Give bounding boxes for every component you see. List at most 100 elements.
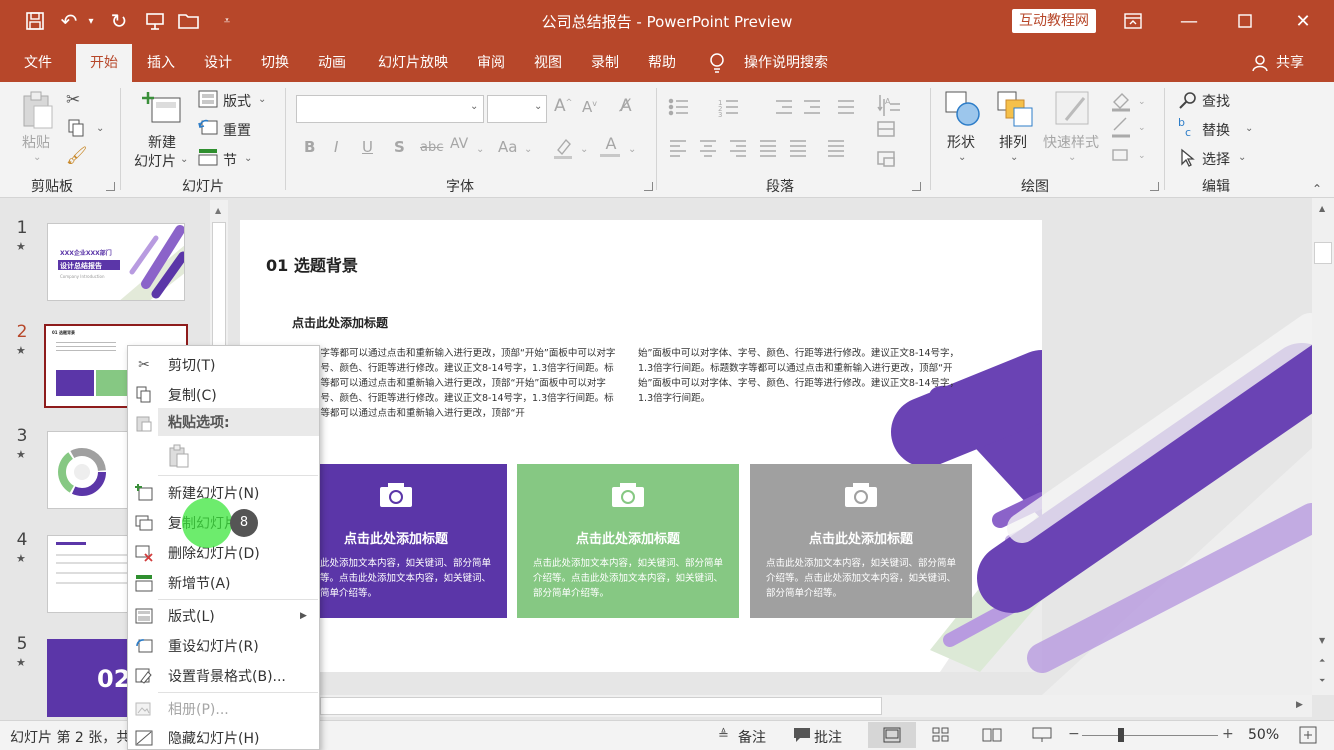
open-folder-icon[interactable] bbox=[176, 8, 202, 34]
arrange-dropdown-icon[interactable]: ⌄ bbox=[1010, 152, 1018, 163]
tab-file[interactable]: 文件 bbox=[14, 44, 62, 82]
tab-slideshow[interactable]: 幻灯片放映 bbox=[366, 44, 460, 82]
replace-dropdown-icon[interactable]: ⌄ bbox=[1245, 123, 1253, 134]
format-painter-icon[interactable]: 🖌 bbox=[66, 146, 88, 166]
redo-icon[interactable]: ↻ bbox=[106, 8, 132, 34]
menu-item-hide-slide[interactable]: 隐藏幻灯片(H) bbox=[128, 723, 319, 750]
quick-styles-icon[interactable] bbox=[1054, 90, 1092, 128]
slide-body-col2[interactable]: 始”面板中可以对字体、字号、颜色、行距等进行修改。建议正文8-14号字，1.3倍… bbox=[638, 346, 964, 406]
arrange-button[interactable]: 排列 bbox=[999, 132, 1027, 152]
paste-keep-formatting-icon[interactable] bbox=[168, 444, 190, 468]
font-color-icon[interactable]: A bbox=[600, 134, 622, 160]
current-slide[interactable]: 01 选题背景 点击此处添加标题 标题数字等都可以通过点击和重新输入进行更改，顶… bbox=[240, 220, 1042, 672]
new-slide-dropdown-icon[interactable]: ⌄ bbox=[180, 154, 188, 165]
new-slide-icon[interactable] bbox=[142, 90, 182, 126]
menu-item-copy[interactable]: 复制(C) bbox=[128, 380, 319, 410]
content-card-2[interactable]: 点击此处添加标题 点击此处添加文本内容，如关键词、部分简单介绍等。点击此处添加文… bbox=[517, 464, 739, 618]
fit-to-window-icon[interactable] bbox=[1298, 725, 1318, 745]
replace-button[interactable]: 替换 bbox=[1202, 120, 1230, 140]
section-icon[interactable] bbox=[198, 148, 218, 166]
arrange-icon[interactable] bbox=[996, 90, 1034, 128]
grow-font-icon[interactable]: A^ bbox=[554, 96, 572, 116]
menu-item-reset-slide[interactable]: 重设幻灯片(R) bbox=[128, 631, 319, 661]
zoom-level[interactable]: 50% bbox=[1248, 727, 1279, 743]
menu-item-delete-slide[interactable]: 删除幻灯片(D) bbox=[128, 538, 319, 568]
reset-icon[interactable] bbox=[198, 118, 218, 136]
clipboard-launcher-icon[interactable] bbox=[106, 182, 115, 191]
zoom-in-icon[interactable]: + bbox=[1222, 726, 1234, 742]
scroll-right-icon[interactable]: ▶ bbox=[1296, 700, 1303, 710]
reading-view-icon[interactable] bbox=[982, 727, 1002, 743]
normal-view-button[interactable] bbox=[868, 722, 916, 748]
notes-button[interactable]: 备注 bbox=[738, 727, 766, 747]
tab-design[interactable]: 设计 bbox=[195, 44, 241, 82]
share-button[interactable]: 共享 bbox=[1272, 44, 1308, 82]
zoom-slider-track[interactable] bbox=[1082, 735, 1218, 736]
underline-button[interactable]: U bbox=[362, 138, 373, 156]
layout-button[interactable]: 版式 bbox=[223, 91, 251, 111]
shadow-button[interactable]: S bbox=[394, 138, 405, 156]
change-case-dropdown-icon[interactable]: ⌄ bbox=[524, 144, 532, 155]
char-spacing-dropdown-icon[interactable]: ⌄ bbox=[476, 144, 484, 155]
tab-review[interactable]: 审阅 bbox=[468, 44, 514, 82]
undo-dropdown-icon[interactable]: ▾ bbox=[84, 8, 98, 34]
share-user-icon[interactable] bbox=[1252, 54, 1270, 72]
find-icon[interactable] bbox=[1178, 90, 1198, 110]
reset-button[interactable]: 重置 bbox=[223, 120, 251, 140]
customize-qat-icon[interactable]: ⩡ bbox=[214, 8, 240, 34]
slide-heading[interactable]: 01 选题背景 bbox=[266, 252, 358, 276]
comments-icon[interactable] bbox=[792, 726, 812, 744]
editor-scroll-thumb[interactable] bbox=[1314, 242, 1332, 264]
clear-format-icon[interactable]: A̸ bbox=[620, 96, 632, 116]
minimize-icon[interactable]: — bbox=[1172, 6, 1206, 36]
editor-horizontal-scrollbar[interactable]: ▶ bbox=[232, 695, 1312, 717]
zoom-slider-thumb[interactable] bbox=[1118, 728, 1124, 742]
find-button[interactable]: 查找 bbox=[1202, 91, 1230, 111]
font-name-combo[interactable] bbox=[296, 95, 484, 123]
select-cursor-icon[interactable] bbox=[1178, 148, 1198, 168]
char-spacing-button[interactable]: AV bbox=[450, 136, 468, 152]
tell-me-search[interactable]: 操作说明搜索 bbox=[736, 44, 836, 82]
thumbnail-scroll-thumb[interactable] bbox=[212, 222, 226, 352]
maximize-icon[interactable] bbox=[1228, 6, 1262, 36]
shapes-dropdown-icon[interactable]: ⌄ bbox=[958, 152, 966, 163]
shapes-button[interactable]: 形状 bbox=[947, 132, 975, 152]
undo-icon[interactable]: ↶ bbox=[56, 8, 82, 34]
scroll-down-icon[interactable]: ▼ bbox=[1319, 636, 1325, 645]
quick-styles-button[interactable]: 快速样式 bbox=[1043, 132, 1099, 152]
font-size-dropdown-icon[interactable]: ⌄ bbox=[534, 101, 542, 112]
paragraph-launcher-icon[interactable] bbox=[912, 182, 921, 191]
zoom-out-icon[interactable]: − bbox=[1068, 726, 1080, 742]
new-slide-label-2[interactable]: 幻灯片 bbox=[134, 151, 176, 171]
section-dropdown-icon[interactable]: ⌄ bbox=[244, 153, 252, 164]
section-button[interactable]: 节 bbox=[223, 150, 237, 170]
change-case-button[interactable]: Aa bbox=[498, 138, 517, 156]
ribbon-display-icon[interactable] bbox=[1116, 6, 1150, 36]
paste-icon[interactable] bbox=[20, 90, 56, 130]
editor-vertical-scrollbar[interactable]: ▲ ▼ ⏶ ⏷ bbox=[1312, 198, 1334, 695]
save-icon[interactable] bbox=[22, 8, 48, 34]
select-dropdown-icon[interactable]: ⌄ bbox=[1238, 152, 1246, 163]
scroll-up-icon[interactable]: ▲ bbox=[1319, 204, 1325, 213]
slide-sorter-icon[interactable] bbox=[932, 727, 950, 743]
next-slide-icon[interactable]: ⏷ bbox=[1319, 676, 1325, 686]
font-name-dropdown-icon[interactable]: ⌄ bbox=[470, 101, 478, 112]
replace-icon[interactable]: b c bbox=[1178, 117, 1198, 140]
select-button[interactable]: 选择 bbox=[1202, 149, 1230, 169]
menu-item-format-background[interactable]: 设置背景格式(B)... bbox=[128, 661, 319, 691]
tab-help[interactable]: 帮助 bbox=[639, 44, 685, 82]
paste-dropdown-icon[interactable]: ⌄ bbox=[33, 152, 41, 163]
new-slide-label-1[interactable]: 新建 bbox=[148, 132, 176, 152]
shrink-font-icon[interactable]: Av bbox=[582, 98, 597, 116]
collapse-ribbon-icon[interactable]: ⌃ bbox=[1312, 182, 1322, 196]
tab-insert[interactable]: 插入 bbox=[138, 44, 184, 82]
slideshow-icon[interactable] bbox=[1032, 727, 1052, 743]
close-icon[interactable]: ✕ bbox=[1286, 6, 1320, 36]
notes-icon[interactable]: ≜ bbox=[718, 728, 729, 743]
menu-item-add-section[interactable]: 新增节(A) bbox=[128, 568, 319, 598]
tab-transitions[interactable]: 切换 bbox=[252, 44, 298, 82]
layout-dropdown-icon[interactable]: ⌄ bbox=[258, 94, 266, 105]
quick-styles-dropdown-icon[interactable]: ⌄ bbox=[1068, 152, 1076, 163]
slide-body-col1[interactable]: 标题数字等都可以通过点击和重新输入进行更改，顶部“开始”面板中可以对字体、字号、… bbox=[292, 346, 616, 426]
font-color-dropdown-icon[interactable]: ⌄ bbox=[628, 144, 636, 155]
